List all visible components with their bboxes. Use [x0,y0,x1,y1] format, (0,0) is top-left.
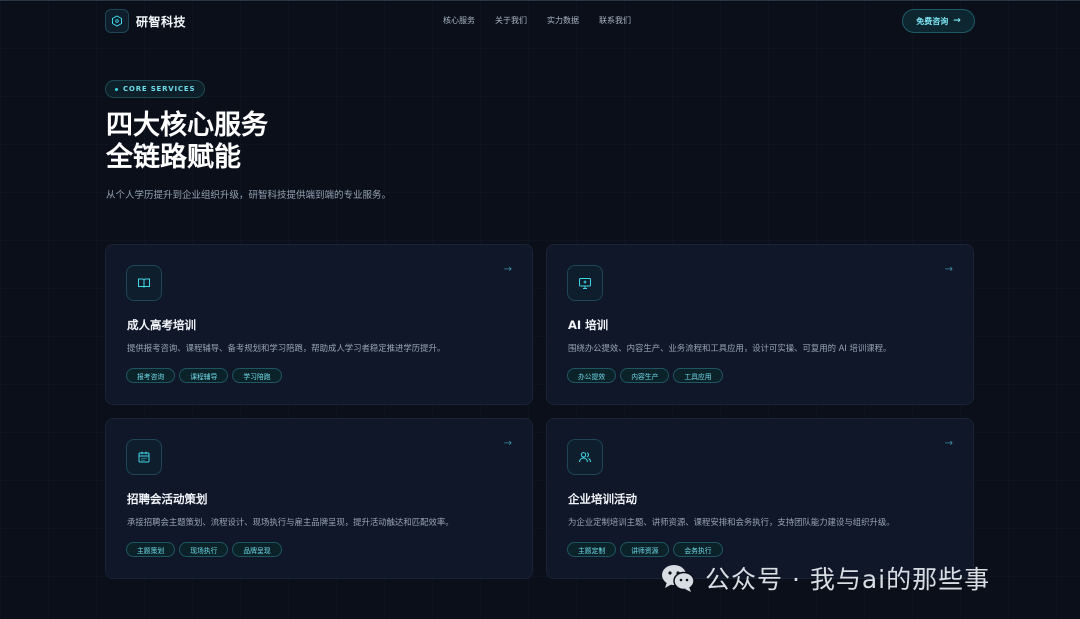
tag[interactable]: 课程辅导 [179,368,229,383]
page-subtitle: 从个人学历提升到企业组织升级，研智科技提供端到端的专业服务。 [106,190,392,201]
monitor-icon [567,265,603,301]
title-line-2: 全链路赋能 [106,142,241,173]
card-title: 企业培训活动 [568,492,637,506]
card-description: 提供报考咨询、课程辅导、备考规划和学习陪跑，帮助成人学习者稳定推进学历提升。 [127,343,446,353]
card-description: 承接招聘会主题策划、流程设计、现场执行与雇主品牌呈现，提升活动触达和匹配效率。 [127,517,454,527]
card-description: 围绕办公提效、内容生产、业务流程和工具应用，设计可实操、可复用的 AI 培训课程… [568,343,892,353]
watermark: 公众号 · 我与ai的那些事 [660,560,990,596]
free-consult-label: 免费咨询 [916,16,949,26]
nav-item-contact-us[interactable]: 联系我们 [599,15,631,26]
card-title: 成人高考培训 [127,318,196,332]
badge-dot-icon [115,87,118,91]
tag[interactable]: 现场执行 [179,542,229,557]
tag[interactable]: 主题定制 [567,542,617,557]
tag[interactable]: 内容生产 [620,368,670,383]
arrow-right-icon[interactable]: → [945,264,953,275]
logo[interactable]: 研智科技 [105,9,186,33]
service-card-corporate-training[interactable]: → 企业培训活动 为企业定制培训主题、讲师资源、课程安排和会务执行，支持团队能力… [546,418,974,579]
logo-text: 研智科技 [136,14,187,29]
users-icon [567,439,603,475]
badge-label: CORE SERVICES [123,85,196,93]
tag[interactable]: 会务执行 [673,542,723,557]
main-nav: 核心服务 关于我们 实力数据 联系我们 [443,15,631,26]
card-tags: 办公提效 内容生产 工具应用 [567,368,723,383]
page-title: 四大核心服务 全链路赋能 [106,110,268,174]
service-card-job-fair[interactable]: → 招聘会活动策划 承接招聘会主题策划、流程设计、现场执行与雇主品牌呈现，提升活… [105,418,533,579]
calendar-icon [126,439,162,475]
arrow-right-icon[interactable]: → [504,438,512,449]
arrow-right-icon[interactable]: → [945,438,953,449]
tag[interactable]: 学习陪跑 [232,368,282,383]
arrow-right-icon[interactable]: → [504,264,512,275]
tag[interactable]: 主题策划 [126,542,176,557]
tag[interactable]: 品牌呈现 [232,542,282,557]
card-description: 为企业定制培训主题、讲师资源、课程安排和会务执行，支持团队能力建设与组织升级。 [568,517,895,527]
card-tags: 主题策划 现场执行 品牌呈现 [126,542,282,557]
card-title: 招聘会活动策划 [127,492,208,506]
tag[interactable]: 讲师资源 [620,542,670,557]
tag[interactable]: 报考咨询 [126,368,176,383]
site-header: 研智科技 核心服务 关于我们 实力数据 联系我们 免费咨询 → [0,0,1080,42]
nav-item-core-services[interactable]: 核心服务 [443,15,475,26]
watermark-text: 公众号 · 我与ai的那些事 [705,565,991,594]
card-tags: 报考咨询 课程辅导 学习陪跑 [126,368,282,383]
service-card-adult-exam[interactable]: → 成人高考培训 提供报考咨询、课程辅导、备考规划和学习陪跑，帮助成人学习者稳定… [105,244,533,405]
tag[interactable]: 工具应用 [673,368,723,383]
hexagon-logo-icon [105,9,129,33]
nav-item-about-us[interactable]: 关于我们 [495,15,527,26]
arrow-right-icon: → [953,16,961,26]
free-consult-button[interactable]: 免费咨询 → [902,9,975,33]
wechat-icon [662,565,695,592]
card-title: AI 培训 [568,318,609,332]
nav-item-strength-data[interactable]: 实力数据 [547,15,579,26]
service-card-ai-training[interactable]: → AI 培训 围绕办公提效、内容生产、业务流程和工具应用，设计可实操、可复用的… [546,244,974,405]
tag[interactable]: 办公提效 [567,368,617,383]
card-tags: 主题定制 讲师资源 会务执行 [567,542,723,557]
section-badge: CORE SERVICES [105,80,206,98]
book-icon [126,265,162,301]
title-line-1: 四大核心服务 [106,110,268,141]
